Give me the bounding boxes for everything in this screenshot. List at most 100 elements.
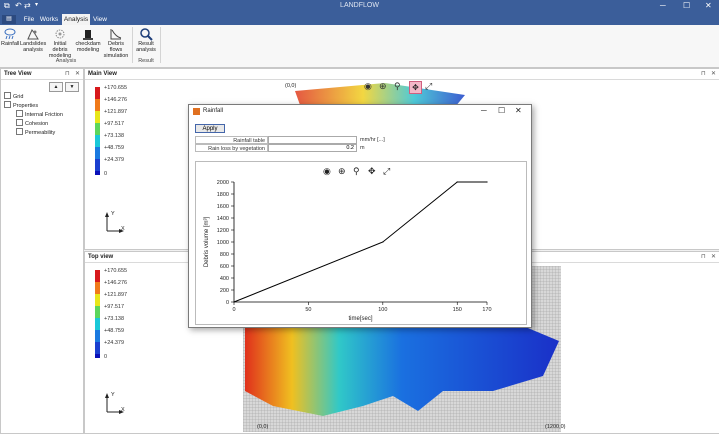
rotate-icon[interactable]: ◉	[364, 81, 372, 92]
main-view-corner-label: (0,0)	[285, 83, 297, 89]
close-icon[interactable]: ✕	[705, 1, 712, 10]
legend-value: +73.138	[104, 316, 125, 322]
legend-value: +146.276	[104, 280, 128, 286]
axis-y-label: Y	[111, 392, 115, 398]
ribbon: Rainfall Landslides analysis Initial deb…	[0, 25, 719, 68]
dialog-close-icon[interactable]: ✕	[515, 106, 522, 115]
y-tick-label: 400	[220, 276, 229, 282]
zoom-icon[interactable]: ⚲	[394, 81, 401, 92]
file-menu-icon[interactable]: ▤	[2, 15, 16, 24]
tab-analysis[interactable]: Analysis	[62, 14, 90, 25]
legend-value: +121.897	[104, 109, 128, 115]
series-line	[233, 181, 487, 303]
axis-y-label: Y	[111, 211, 115, 217]
pin-icon[interactable]: ⊓	[701, 70, 706, 77]
tree-item-label: Cohesion	[25, 121, 49, 127]
x-tick-label: 170	[482, 307, 491, 313]
legend-value: +73.138	[104, 133, 125, 139]
checkdam-modeling-button[interactable]: checkdam modeling	[75, 27, 101, 53]
legend-value: +170.655	[104, 85, 128, 91]
analysis-group-label: Analysis	[55, 58, 77, 64]
tab-file[interactable]: File	[20, 14, 38, 25]
rainfall-table-unit[interactable]: mm/hr [...]	[360, 137, 385, 143]
legend-value: +24.379	[104, 340, 125, 346]
y-tick-label: 1200	[217, 228, 229, 234]
checkbox[interactable]	[16, 119, 23, 126]
y-tick-label: 1800	[217, 192, 229, 198]
rainfall-table-field[interactable]	[268, 136, 357, 144]
maximize-icon[interactable]: ☐	[683, 1, 690, 10]
y-tick-label: 1400	[217, 216, 229, 222]
panel-close-icon[interactable]: ✕	[75, 70, 80, 77]
checkbox[interactable]	[4, 101, 11, 108]
rainfall-button[interactable]: Rainfall	[1, 27, 19, 47]
pan-icon[interactable]: ✥	[409, 81, 422, 94]
x-tick-label: 150	[453, 307, 462, 313]
debris-flows-simulation-button[interactable]: Debris flows simulation	[102, 27, 130, 59]
rainfall-dialog: Rainfall ─ ☐ ✕ Apply Rainfall table mm/h…	[188, 104, 532, 328]
ribbon-tabs: ▤ File Works Analysis View	[0, 14, 719, 25]
y-tick-label: 200	[220, 288, 229, 294]
panel-close-icon[interactable]: ✕	[711, 253, 716, 260]
data-point	[456, 181, 458, 183]
landslides-analysis-button[interactable]: Landslides analysis	[20, 27, 46, 53]
tree-item-label: Grid	[13, 94, 24, 100]
dialog-minimize-icon[interactable]: ─	[481, 106, 487, 115]
move-up-button[interactable]: ▲	[49, 82, 63, 92]
initial-debris-modeling-button[interactable]: Initial debris modeling	[46, 27, 74, 59]
tab-view[interactable]: View	[90, 14, 110, 25]
rain-loss-field[interactable]	[268, 144, 357, 152]
legend-value: +48.759	[104, 328, 125, 334]
legend-value: +48.759	[104, 145, 125, 151]
pin-icon[interactable]: ⊓	[65, 70, 70, 77]
legend-value: 0	[104, 354, 108, 360]
tree-item-grid[interactable]: Grid	[4, 92, 63, 101]
pin-icon[interactable]: ⊓	[701, 253, 706, 260]
legend-value: +97.517	[104, 121, 125, 127]
ribbon-separator-2	[160, 27, 161, 63]
zoom-window-icon[interactable]: ⊕	[379, 81, 387, 92]
tree-item-properties[interactable]: Properties	[4, 101, 63, 110]
dialog-maximize-icon[interactable]: ☐	[498, 106, 505, 115]
magnifier-icon	[140, 28, 153, 41]
tree-item-label: Internal Friction	[25, 112, 63, 118]
result-label-2: analysis	[136, 47, 156, 53]
axis-x-label: X	[121, 407, 125, 413]
move-down-button[interactable]: ▼	[65, 82, 79, 92]
y-tick-label: 0	[226, 300, 229, 306]
tab-works[interactable]: Works	[38, 14, 60, 25]
fit-all-icon[interactable]: ⤢	[425, 81, 432, 92]
checkdam-icon	[83, 30, 93, 40]
checkbox[interactable]	[4, 92, 11, 99]
x-axis-label: time[sec]	[348, 316, 372, 322]
legend-value: +24.379	[104, 157, 125, 163]
panel-close-icon[interactable]: ✕	[711, 70, 716, 77]
result-group-label: Result	[138, 58, 154, 64]
x-tick-label: 50	[305, 307, 311, 313]
rain-loss-unit[interactable]: m	[360, 145, 365, 151]
y-tick-label: 1000	[217, 240, 229, 246]
tree-item-label: Permeability	[25, 130, 56, 136]
minimize-icon[interactable]: ─	[660, 1, 666, 10]
result-analysis-button[interactable]: Result analysis	[134, 27, 158, 53]
tree-item-permeability[interactable]: Permeability	[4, 128, 63, 137]
window-title: LANDFLOW	[340, 2, 379, 9]
dialog-title: Rainfall	[203, 108, 224, 114]
tree-item-cohesion[interactable]: Cohesion	[4, 119, 63, 128]
rainfall-label: Rainfall	[1, 41, 20, 47]
debris-volume-chart: 0 200 400 600 800 1000 1200 1400 1600 1800 2000 0 50…	[204, 180, 492, 322]
data-point	[233, 301, 235, 303]
chart-frame: ◉ ⊕ ⚲ ✥ ⤢ 0 200 400 600 800 1000 1200 1400 1600 1…	[195, 161, 527, 325]
tree-view-panel: Tree View ⊓ ✕ ▲ ▼ Grid Properties Intern…	[0, 68, 84, 434]
legend-value: +121.897	[104, 292, 128, 298]
checkbox[interactable]	[16, 110, 23, 117]
checkbox[interactable]	[16, 128, 23, 135]
apply-button[interactable]: Apply	[195, 124, 225, 133]
rainfall-table-label: Rainfall table	[195, 136, 268, 144]
tree-item-internal-friction[interactable]: Internal Friction	[4, 110, 63, 119]
top-view-corner-label-right: (1200,0)	[545, 424, 566, 430]
debris-icon	[55, 29, 65, 39]
legend-value: 0	[104, 171, 108, 177]
tree-view-header: Tree View	[1, 69, 83, 80]
x-tick-label: 100	[378, 307, 387, 313]
